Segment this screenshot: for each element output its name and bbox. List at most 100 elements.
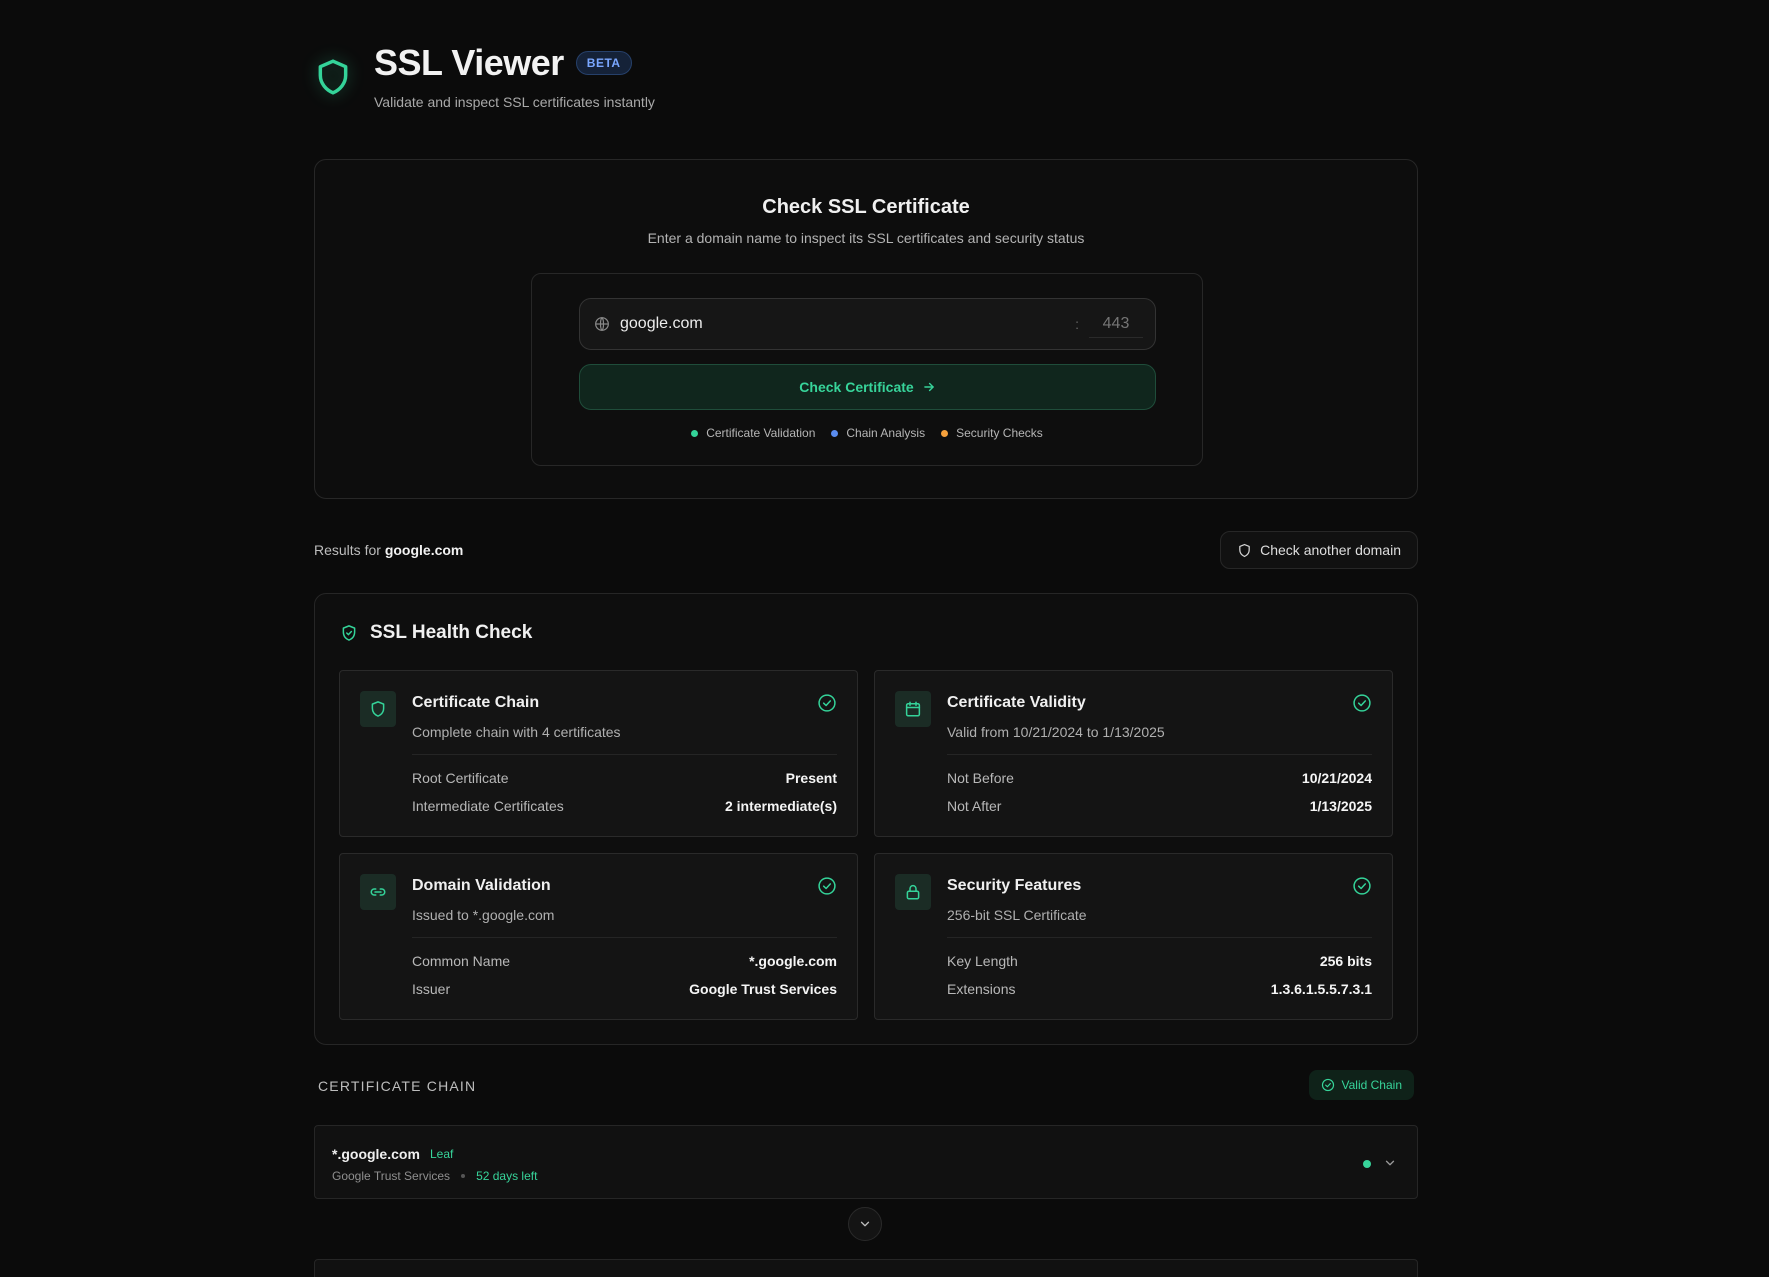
row-key: Root Certificate: [412, 770, 509, 786]
card-divider: [412, 937, 837, 938]
status-dot: [1363, 1160, 1371, 1168]
card-row: Not Before 10/21/2024: [947, 770, 1372, 786]
row-value: *.google.com: [749, 953, 837, 969]
check-form: : Check Certificate Certificate Validati…: [531, 273, 1203, 466]
feature-item: Security Checks: [941, 426, 1043, 440]
row-key: Common Name: [412, 953, 511, 969]
certificate-validity-card: Certificate Validity Valid from 10/21/20…: [874, 670, 1393, 837]
card-row: Not After 1/13/2025: [947, 798, 1372, 814]
calendar-icon: [905, 701, 921, 717]
feature-item: Chain Analysis: [831, 426, 925, 440]
check-circle-icon: [1353, 694, 1371, 712]
domain-input-wrapper: :: [579, 298, 1156, 350]
row-key: Issuer: [412, 981, 451, 997]
row-value: 10/21/2024: [1301, 770, 1372, 786]
shield-icon: [1239, 543, 1250, 557]
card-row: Extensions 1.3.6.1.5.5.7.3.1: [947, 981, 1372, 997]
card-description: Valid from 10/21/2024 to 1/13/2025: [947, 724, 1165, 740]
card-row: Issuer Google Trust Services: [412, 981, 837, 997]
lock-icon: [906, 884, 920, 900]
row-value: 1.3.6.1.5.5.7.3.1: [1270, 981, 1372, 997]
row-value: Google Trust Services: [689, 981, 837, 997]
chain-item-meta: Google Trust Services 52 days left: [332, 1169, 537, 1183]
check-circle-icon: [818, 877, 836, 895]
chain-item-issuer: Google Trust Services: [332, 1169, 451, 1183]
chevron-down-icon: [860, 1221, 870, 1227]
row-key: Not Before: [947, 770, 1014, 786]
card-row: Root Certificate Present: [412, 770, 837, 786]
meta-separator: [461, 1174, 466, 1178]
card-title: Certificate Chain: [412, 694, 540, 711]
check-circle-icon: [818, 694, 836, 712]
card-title: Certificate Validity: [947, 694, 1086, 711]
row-value: Present: [785, 770, 837, 786]
globe-icon: [595, 316, 609, 332]
ssl-health-check-panel: SSL Health Check Certificate Chain Compl…: [314, 593, 1418, 1045]
check-title: Check SSL Certificate: [762, 196, 970, 218]
arrow-right-icon: [923, 382, 934, 392]
card-row: Common Name *.google.com: [412, 953, 837, 969]
row-value: 1/13/2025: [1309, 798, 1372, 814]
feature-dot: [831, 429, 839, 437]
valid-chain-badge: Valid Chain: [1308, 1070, 1414, 1100]
domain-validation-card: Domain Validation Issued to *.google.com…: [339, 853, 858, 1020]
shield-logo-icon: [318, 59, 348, 95]
row-key: Extensions: [947, 981, 1016, 997]
card-row: Key Length 256 bits: [947, 953, 1372, 969]
row-value: 256 bits: [1319, 953, 1372, 969]
row-key: Not After: [947, 798, 1002, 814]
valid-chain-label: Valid Chain: [1341, 1078, 1402, 1092]
chain-connector-button[interactable]: [848, 1207, 882, 1241]
check-another-domain-button[interactable]: Check another domain: [1220, 531, 1418, 569]
check-certificate-label: Check Certificate: [799, 379, 914, 395]
health-header: SSL Health Check: [340, 622, 532, 644]
card-icon-box: [360, 874, 396, 910]
check-circle-icon: [1321, 1078, 1334, 1092]
port-input[interactable]: [1089, 310, 1143, 338]
beta-badge: BETA: [575, 51, 632, 75]
row-key: Intermediate Certificates: [412, 798, 564, 814]
check-circle-icon: [1353, 877, 1371, 895]
feature-list: Certificate Validation Chain Analysis Se…: [532, 426, 1202, 440]
card-row: Intermediate Certificates 2 intermediate…: [412, 798, 837, 814]
check-certificate-panel: Check SSL Certificate Enter a domain nam…: [314, 159, 1418, 499]
card-title: Security Features: [947, 877, 1082, 894]
card-description: 256-bit SSL Certificate: [947, 907, 1087, 923]
card-description: Complete chain with 4 certificates: [412, 724, 621, 740]
card-divider: [947, 937, 1372, 938]
feature-label: Chain Analysis: [846, 426, 926, 440]
check-another-domain-label: Check another domain: [1260, 542, 1401, 558]
check-certificate-button[interactable]: Check Certificate: [579, 364, 1156, 410]
certificate-chain-heading: CERTIFICATE CHAIN: [318, 1078, 477, 1094]
shield-check-icon: [342, 625, 356, 641]
app-title: SSL Viewer: [374, 42, 564, 83]
results-heading: Results for google.com: [314, 542, 463, 558]
health-title: SSL Health Check: [370, 622, 533, 643]
check-description: Enter a domain name to inspect its SSL c…: [647, 230, 1085, 246]
card-divider: [947, 754, 1372, 755]
app-header: SSL Viewer BETA Validate and inspect SSL…: [314, 42, 655, 110]
results-prefix: Results for: [314, 542, 381, 558]
chain-item-leaf[interactable]: *.google.com Leaf Google Trust Services …: [314, 1125, 1418, 1199]
link-icon: [370, 888, 386, 896]
card-divider: [412, 754, 837, 755]
port-separator: :: [1075, 316, 1079, 332]
row-key: Key Length: [947, 953, 1018, 969]
chain-item-days-left: 52 days left: [476, 1169, 538, 1183]
feature-dot: [691, 429, 699, 437]
card-icon-box: [895, 874, 931, 910]
row-value: 2 intermediate(s): [724, 798, 837, 814]
feature-item: Certificate Validation: [691, 426, 815, 440]
feature-label: Certificate Validation: [706, 426, 816, 440]
card-icon-box: [360, 691, 396, 727]
feature-dot: [941, 429, 949, 437]
app-subtitle: Validate and inspect SSL certificates in…: [374, 94, 655, 110]
domain-input[interactable]: [620, 315, 1076, 333]
card-description: Issued to *.google.com: [412, 907, 555, 923]
chevron-down-icon[interactable]: [1383, 1156, 1397, 1170]
feature-label: Security Checks: [956, 426, 1043, 440]
chain-item-name: *.google.com: [332, 1146, 420, 1162]
security-features-card: Security Features 256-bit SSL Certificat…: [874, 853, 1393, 1020]
chain-item-next[interactable]: [314, 1259, 1418, 1277]
certificate-chain-card: Certificate Chain Complete chain with 4 …: [339, 670, 858, 837]
